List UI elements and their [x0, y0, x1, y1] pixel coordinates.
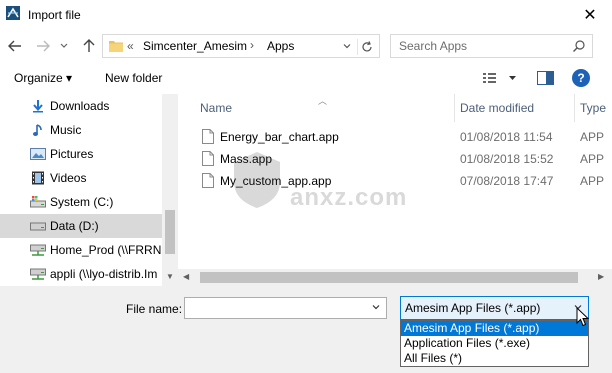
close-button[interactable]: ✕	[568, 0, 612, 30]
nav-item-data-d[interactable]: Data (D:)	[0, 214, 162, 238]
forward-button[interactable]	[34, 38, 52, 54]
file-type-option[interactable]: Amesim App Files (*.app)	[401, 321, 588, 336]
title-bar: Import file ✕	[0, 0, 612, 30]
nav-vertical-scrollbar[interactable]	[162, 94, 178, 286]
close-icon: ✕	[583, 7, 597, 24]
mouse-cursor-icon	[576, 307, 590, 327]
back-button[interactable]	[6, 38, 24, 54]
nav-scrollbar-thumb[interactable]	[165, 210, 175, 254]
watermark-text: anxz.com	[290, 184, 408, 211]
up-arrow-icon	[83, 39, 95, 52]
breadcrumb-overflow[interactable]: «	[127, 39, 134, 53]
amesim-app-icon	[6, 6, 20, 20]
file-date: 01/08/2018 11:54	[460, 130, 553, 144]
file-type: APP	[580, 174, 605, 188]
nav-item-system-c[interactable]: System (C:)	[0, 190, 162, 214]
breadcrumb-separator[interactable]: ›	[250, 38, 254, 52]
chevron-down-icon[interactable]	[371, 302, 381, 312]
folder-icon	[109, 41, 123, 52]
watermark-shield-icon	[234, 152, 280, 208]
file-name: Energy_bar_chart.app	[220, 130, 339, 144]
file-icon	[202, 129, 214, 144]
column-header-type-label: Type	[580, 101, 607, 115]
refresh-button[interactable]	[357, 39, 375, 55]
address-row: « Simcenter_Amesim › Apps	[0, 30, 612, 62]
file-type-option[interactable]: All Files (*)	[401, 351, 588, 366]
column-header-name-label: Name	[200, 101, 233, 115]
file-date: 07/08/2018 17:47	[460, 174, 554, 188]
help-button[interactable]: ?	[572, 69, 590, 87]
nav-item-home-prod[interactable]: Home_Prod (\\FRRNI	[0, 238, 165, 262]
column-header-type[interactable]: Type	[580, 94, 612, 122]
recent-locations-button[interactable]	[58, 38, 70, 54]
refresh-icon	[361, 41, 372, 52]
nav-item-label: Pictures	[50, 147, 94, 161]
view-options-icon[interactable]	[482, 71, 520, 85]
help-icon: ?	[577, 71, 585, 85]
file-type-option[interactable]: Application Files (*.exe)	[401, 336, 588, 351]
watermark: anxz.com	[232, 150, 406, 220]
forward-arrow-icon	[37, 40, 50, 52]
back-arrow-icon	[8, 40, 21, 52]
music-note-icon	[30, 122, 46, 138]
new-folder-button[interactable]: New folder	[105, 71, 162, 85]
command-toolbar: Organize ▾ New folder ?	[0, 62, 612, 94]
file-icon	[202, 173, 214, 188]
breadcrumb-apps[interactable]: Apps	[267, 39, 294, 53]
file-type-dropdown-list: Amesim App Files (*.app) Application Fil…	[400, 320, 589, 367]
search-input[interactable]	[391, 35, 566, 57]
file-type: APP	[580, 130, 605, 144]
scroll-down-arrow-icon[interactable]: ▼	[166, 272, 174, 281]
nav-item-label: Home_Prod (\\FRRNI	[50, 243, 165, 257]
file-name-label: File name:	[126, 302, 183, 316]
network-drive-icon	[30, 266, 46, 282]
preview-pane-icon[interactable]	[537, 71, 555, 85]
system-drive-icon	[30, 194, 46, 210]
organize-menu-button[interactable]: Organize ▾	[14, 71, 72, 85]
file-name-input[interactable]	[185, 298, 365, 318]
film-strip-icon	[30, 170, 46, 186]
window-title: Import file	[28, 8, 81, 22]
up-button[interactable]	[80, 38, 98, 54]
column-divider[interactable]	[574, 94, 575, 122]
file-row[interactable]: Energy_bar_chart.app 01/08/2018 11:54 AP…	[178, 126, 612, 148]
search-box[interactable]	[390, 34, 593, 58]
column-header-date-modified[interactable]: Date modified	[460, 94, 570, 122]
nav-item-label: Music	[50, 123, 82, 137]
address-bar[interactable]: « Simcenter_Amesim › Apps	[102, 34, 380, 58]
nav-item-pictures[interactable]: Pictures	[0, 142, 162, 166]
file-type-selected-value: Amesim App Files (*.app)	[405, 301, 541, 315]
drive-icon	[30, 218, 46, 234]
file-type: APP	[580, 152, 605, 166]
file-name-combobox[interactable]	[184, 297, 387, 319]
scroll-left-arrow-icon[interactable]: ◀	[183, 272, 189, 281]
horizontal-scrollbar[interactable]: ◀ ▶	[178, 269, 612, 286]
scroll-right-arrow-icon[interactable]: ▶	[598, 272, 604, 281]
breadcrumb-simcenter-amesim[interactable]: Simcenter_Amesim	[143, 39, 247, 53]
nav-item-appli[interactable]: appli (\\lyo-distrib.Im	[0, 262, 162, 286]
nav-item-label: Downloads	[50, 99, 110, 113]
column-header-date-label: Date modified	[460, 101, 535, 115]
file-date: 01/08/2018 15:52	[460, 152, 554, 166]
nav-item-label: System (C:)	[50, 195, 114, 209]
nav-item-downloads[interactable]: Downloads	[0, 94, 162, 118]
nav-item-videos[interactable]: Videos	[0, 166, 162, 190]
column-divider[interactable]	[454, 94, 455, 122]
column-header-name[interactable]: Name	[200, 94, 450, 122]
file-type-select[interactable]: Amesim App Files (*.app)	[400, 296, 589, 320]
nav-item-label: Data (D:)	[50, 219, 99, 233]
navigation-pane: Downloads Music Pictures Videos System (…	[0, 94, 178, 286]
nav-item-label: appli (\\lyo-distrib.Im	[50, 267, 158, 281]
address-history-chevron-icon[interactable]	[341, 40, 353, 52]
network-drive-icon	[30, 242, 46, 258]
download-arrow-icon	[30, 98, 46, 114]
nav-item-music[interactable]: Music	[0, 118, 162, 142]
horizontal-scrollbar-thumb[interactable]	[200, 272, 578, 283]
chevron-down-icon	[60, 43, 68, 48]
search-icon	[573, 40, 585, 52]
pictures-icon	[30, 146, 46, 162]
nav-item-label: Videos	[50, 171, 87, 185]
file-icon	[202, 151, 214, 166]
